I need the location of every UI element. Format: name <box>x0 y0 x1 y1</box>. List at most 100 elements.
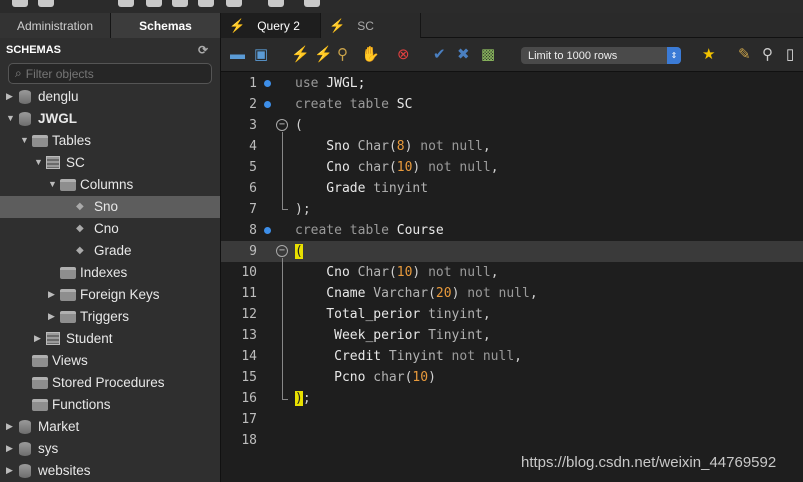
tab-schemas[interactable]: Schemas <box>111 13 221 38</box>
refresh-icon[interactable]: ⟳ <box>198 43 208 57</box>
fold-toggle-icon[interactable]: − <box>276 245 288 257</box>
toggle-error-icon[interactable]: ⊗ <box>397 47 410 63</box>
explain-icon[interactable]: ⚲ <box>337 47 348 63</box>
search-table-icon[interactable] <box>304 0 320 7</box>
fold-toggle-icon[interactable]: − <box>276 119 288 131</box>
beautify-icon[interactable]: ✎ <box>738 47 751 63</box>
disclosure-right-icon[interactable]: ▶ <box>6 91 13 102</box>
code-token: 10 <box>396 265 413 280</box>
open-sql-icon[interactable] <box>38 0 54 7</box>
disclosure-down-icon[interactable]: ▼ <box>48 179 57 189</box>
code-line: 5 Cno char(10) not null, <box>221 157 803 178</box>
fold-bracket <box>282 258 288 400</box>
tree-item-cno[interactable]: ◆ Cno <box>0 218 220 240</box>
table-icon <box>46 332 60 345</box>
tree-item-columns[interactable]: ▼ Columns <box>0 174 220 196</box>
limit-rows-select[interactable]: Limit to 1000 rows ⇕ <box>521 47 681 64</box>
line-number: 12 <box>241 307 257 322</box>
inspector-icon[interactable] <box>268 0 284 7</box>
tree-item-market[interactable]: ▶ Market <box>0 416 220 438</box>
new-schema-icon[interactable] <box>146 0 162 7</box>
folder-icon <box>32 135 48 147</box>
tree-item-sno[interactable]: ◆ Sno <box>0 196 220 218</box>
tree-item-student[interactable]: ▶ Student <box>0 328 220 350</box>
code-token: Credit <box>295 349 389 364</box>
add-snippet-icon[interactable]: ★ <box>702 47 715 63</box>
tree-item-grade[interactable]: ◆ Grade <box>0 240 220 262</box>
autocommit-icon[interactable]: ▩ <box>481 47 495 63</box>
execute-icon[interactable]: ⚡ <box>291 47 310 63</box>
new-query-icon[interactable] <box>118 0 134 7</box>
tree-item-sc[interactable]: ▼ SC <box>0 152 220 174</box>
tree-item-label: Functions <box>52 397 111 412</box>
tab-administration[interactable]: Administration <box>0 13 111 38</box>
toggle-panel-icon[interactable]: ▯ <box>786 47 794 63</box>
code-text: ( <box>295 241 303 262</box>
code-token: use <box>295 76 319 91</box>
code-token: , <box>482 307 491 322</box>
code-line: 2 create table SC <box>221 94 803 115</box>
code-line: 7 ); <box>221 199 803 220</box>
tree-item-label: Columns <box>80 177 134 192</box>
new-routine-icon[interactable] <box>226 0 242 7</box>
line-number: 4 <box>249 139 257 154</box>
tree-item-views[interactable]: Views <box>0 350 220 372</box>
disclosure-down-icon[interactable]: ▼ <box>20 135 29 145</box>
tree-item-label: Stored Procedures <box>52 375 165 390</box>
code-token: not null <box>420 160 491 175</box>
sql-code-editor[interactable]: 1 use JWGL; 2 create table SC 3 − ( 4 Sn… <box>221 72 803 482</box>
tree-item-denglu[interactable]: ▶ denglu <box>0 86 220 108</box>
tree-item-tables[interactable]: ▼ Tables <box>0 130 220 152</box>
statement-marker-icon <box>264 101 271 108</box>
disclosure-right-icon[interactable]: ▶ <box>48 311 55 322</box>
disclosure-right-icon[interactable]: ▶ <box>6 465 13 476</box>
database-icon <box>19 420 31 434</box>
tree-item-foreign-keys[interactable]: ▶ Foreign Keys <box>0 284 220 306</box>
tree-item-label: denglu <box>38 89 79 104</box>
filter-input[interactable] <box>25 66 196 81</box>
tree-item-stored-procedures[interactable]: Stored Procedures <box>0 372 220 394</box>
disclosure-right-icon[interactable]: ▶ <box>6 443 13 454</box>
tab-query-2[interactable]: ⚡ Query 2 <box>221 13 321 38</box>
code-text: Week_perior Tinyint, <box>295 325 491 346</box>
disclosure-right-icon[interactable]: ▶ <box>34 333 41 344</box>
column-icon: ◆ <box>76 201 84 212</box>
disclosure-right-icon[interactable]: ▶ <box>48 289 55 300</box>
save-icon[interactable]: ▣ <box>254 47 268 63</box>
execute-current-icon[interactable]: ⚡ <box>314 47 333 63</box>
tree-item-label: Views <box>52 353 88 368</box>
tree-item-indexes[interactable]: Indexes <box>0 262 220 284</box>
filter-box[interactable]: ⌕ <box>8 63 212 84</box>
code-token: create table <box>295 97 389 112</box>
tree-item-label: Cno <box>94 221 119 236</box>
folder-icon <box>32 377 48 389</box>
column-icon: ◆ <box>76 223 84 234</box>
folder-icon <box>60 311 76 323</box>
disclosure-down-icon[interactable]: ▼ <box>6 113 15 123</box>
tree-item-label: Foreign Keys <box>80 287 160 302</box>
open-file-icon[interactable]: ▬ <box>230 47 245 63</box>
commit-icon[interactable]: ✔ <box>433 47 446 63</box>
code-text: Cno Char(10) not null, <box>295 262 498 283</box>
disclosure-right-icon[interactable]: ▶ <box>6 421 13 432</box>
rollback-icon[interactable]: ✖ <box>457 47 470 63</box>
disclosure-down-icon[interactable]: ▼ <box>34 157 43 167</box>
new-connection-icon[interactable] <box>12 0 28 7</box>
new-table-icon[interactable] <box>172 0 188 7</box>
code-line: 6 Grade tinyint <box>221 178 803 199</box>
tab-sc[interactable]: ⚡ SC <box>321 13 421 38</box>
find-icon[interactable]: ⚲ <box>762 47 773 63</box>
tree-item-sys[interactable]: ▶ sys <box>0 438 220 460</box>
code-text: ); <box>295 388 311 409</box>
line-number: 13 <box>241 328 257 343</box>
tree-item-jwgl[interactable]: ▼ JWGL <box>0 108 220 130</box>
tree-item-triggers[interactable]: ▶ Triggers <box>0 306 220 328</box>
tree-item-websites[interactable]: ▶ websites <box>0 460 220 482</box>
stop-icon[interactable]: ✋ <box>361 47 380 63</box>
statement-marker-icon <box>264 80 271 87</box>
tree-item-functions[interactable]: Functions <box>0 394 220 416</box>
code-token: Grade <box>295 181 374 196</box>
lightning-icon: ⚡ <box>229 17 246 33</box>
new-view-icon[interactable] <box>198 0 214 7</box>
code-text: Total_perior tinyint, <box>295 304 491 325</box>
